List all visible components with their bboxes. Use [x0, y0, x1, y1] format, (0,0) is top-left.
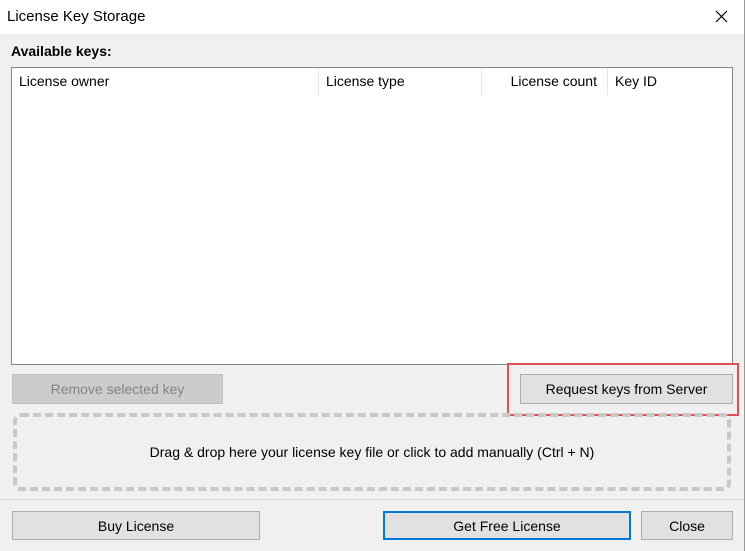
- window-close-button[interactable]: [698, 0, 744, 33]
- available-keys-label: Available keys:: [11, 43, 112, 59]
- column-header-license-owner[interactable]: License owner: [12, 68, 319, 95]
- footer-separator: [0, 499, 744, 500]
- column-header-license-type[interactable]: License type: [319, 68, 482, 95]
- close-icon: [715, 10, 727, 23]
- license-keys-list[interactable]: License owner License type License count…: [11, 67, 733, 365]
- dropzone-text: Drag & drop here your license key file o…: [149, 444, 595, 460]
- window-title: License Key Storage: [7, 8, 146, 25]
- column-header-key-id[interactable]: Key ID: [608, 68, 732, 95]
- column-header-license-count[interactable]: License count: [482, 68, 608, 95]
- license-file-dropzone[interactable]: Drag & drop here your license key file o…: [13, 413, 731, 491]
- license-key-storage-window: License Key Storage Available keys: Lice…: [0, 0, 745, 551]
- list-header: License owner License type License count…: [12, 68, 732, 95]
- close-button[interactable]: Close: [641, 511, 733, 540]
- remove-selected-key-button[interactable]: Remove selected key: [12, 374, 223, 404]
- request-keys-from-server-button[interactable]: Request keys from Server: [520, 374, 733, 404]
- get-free-license-button[interactable]: Get Free License: [383, 511, 631, 540]
- title-bar[interactable]: License Key Storage: [0, 0, 744, 34]
- buy-license-button[interactable]: Buy License: [12, 511, 260, 540]
